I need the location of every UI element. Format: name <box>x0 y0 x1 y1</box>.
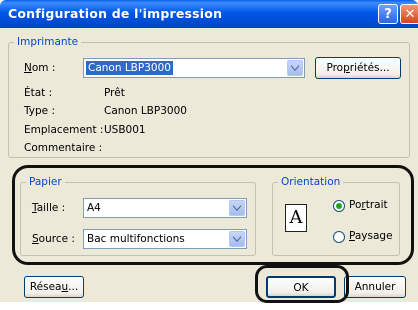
status-value: Prêt <box>104 87 125 99</box>
type-value: Canon LBP3000 <box>104 105 187 117</box>
printer-group: Imprimante <box>8 36 410 158</box>
title-bar[interactable]: Configuration de l'impression ? ✕ <box>0 0 418 28</box>
highlight-ring-paper-orientation <box>12 165 414 265</box>
help-icon: ? <box>384 7 392 22</box>
chevron-down-icon[interactable] <box>287 60 303 76</box>
printer-name-value: Canon LBP3000 <box>86 61 173 75</box>
cancel-button[interactable]: Annuler <box>344 276 406 298</box>
window-title: Configuration de l'impression <box>8 6 223 21</box>
properties-button[interactable]: Propriétés... <box>315 57 401 79</box>
network-button[interactable]: Réseau... <box>24 276 84 298</box>
printer-group-legend: Imprimante <box>17 36 79 48</box>
printer-name-select[interactable]: Canon LBP3000 <box>83 58 305 78</box>
close-button[interactable]: ✕ <box>400 4 418 24</box>
printer-name-label: Nom : <box>24 62 56 74</box>
status-label: État : <box>24 87 53 99</box>
location-value: USB001 <box>104 124 146 136</box>
comment-label: Commentaire : <box>24 142 103 154</box>
help-button[interactable]: ? <box>378 4 398 24</box>
location-label: Emplacement : <box>24 124 104 136</box>
type-label: Type : <box>24 105 55 117</box>
highlight-ring-ok <box>255 265 349 303</box>
close-icon: ✕ <box>404 7 416 22</box>
cancel-button-label: Annuler <box>354 281 396 293</box>
